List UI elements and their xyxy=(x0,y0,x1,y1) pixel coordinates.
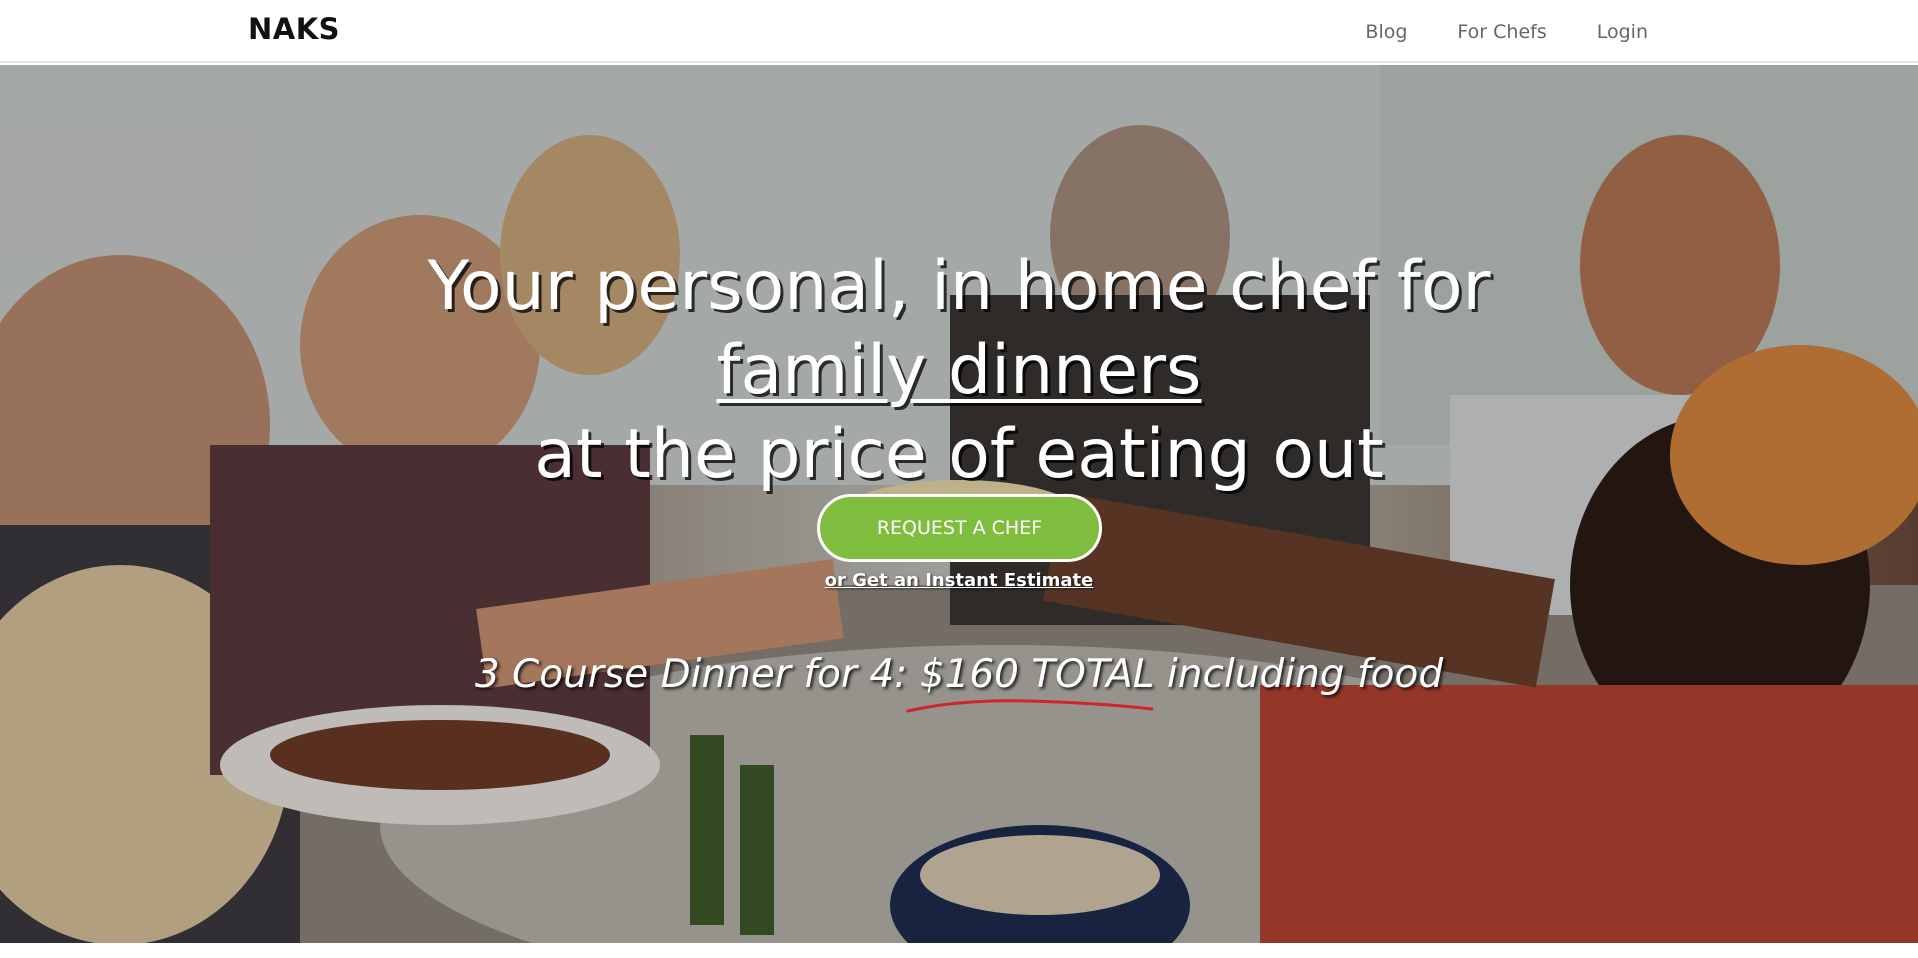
red-underline-scribble xyxy=(906,699,1154,713)
nav-link-blog[interactable]: Blog xyxy=(1365,21,1407,43)
nav-link-for-chefs[interactable]: For Chefs xyxy=(1457,21,1546,43)
request-a-chef-button[interactable]: REQUEST A CHEF xyxy=(817,494,1102,562)
brand-logo[interactable]: NAKS xyxy=(248,12,340,46)
headline-line-1: Your personal, in home chef for xyxy=(427,247,1491,326)
price-prefix: 3 Course Dinner for 4: xyxy=(474,652,920,697)
instant-estimate-link[interactable]: or Get an Instant Estimate xyxy=(0,570,1918,591)
nav-links: Blog For Chefs Login xyxy=(1365,0,1648,63)
price-highlight: $160 TOTAL xyxy=(919,652,1155,697)
price-suffix: including food xyxy=(1154,652,1444,697)
headline-line-3: at the price of eating out xyxy=(534,415,1384,494)
top-navbar: NAKS Blog For Chefs Login xyxy=(0,0,1918,63)
scribble-stroke xyxy=(906,699,1154,713)
headline-line-2-wrap: family dinners xyxy=(0,329,1918,413)
headline-emphasis: family dinners xyxy=(716,331,1202,410)
hero-headline: Your personal, in home chef for family d… xyxy=(0,245,1918,497)
nav-link-login[interactable]: Login xyxy=(1597,21,1648,43)
price-tagline: 3 Course Dinner for 4: $160 TOTAL includ… xyxy=(0,652,1918,697)
